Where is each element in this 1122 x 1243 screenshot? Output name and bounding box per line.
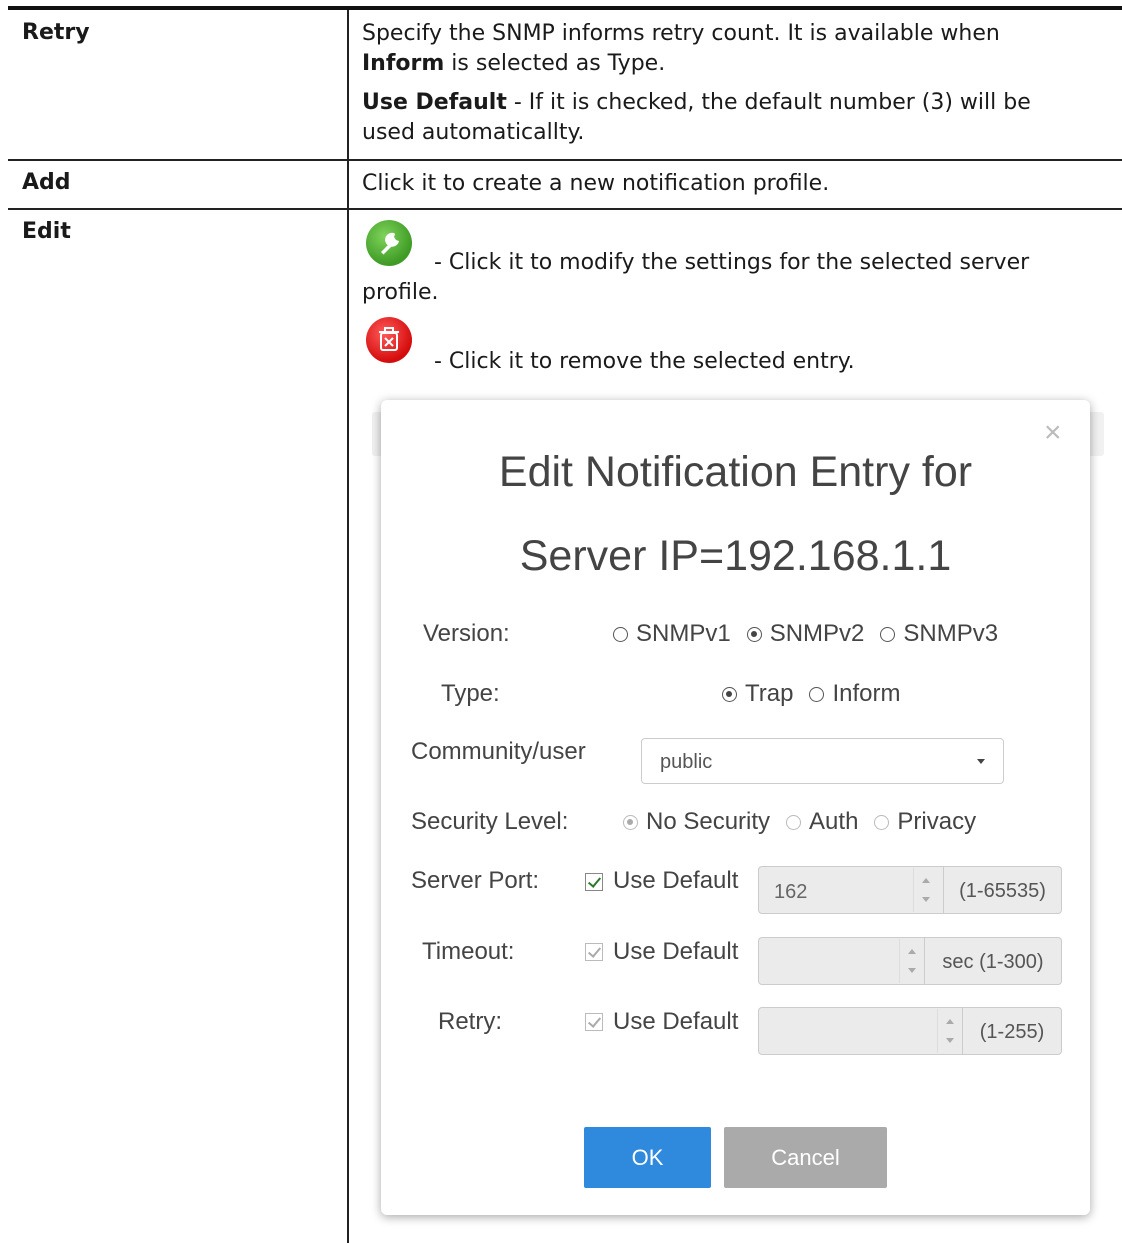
desc-add: Click it to create a new notification pr… [362, 171, 830, 196]
retry-label: Retry: [438, 1008, 503, 1035]
row-divider [8, 159, 1122, 161]
radio-snmpv3[interactable] [880, 626, 896, 642]
desc-retry-line1: Specify the SNMP informs retry count. It… [362, 21, 1000, 46]
timeout-range: sec (1-300) [925, 937, 1062, 985]
desc-retry-line2: Inform is selected as Type. [362, 49, 1102, 79]
close-icon[interactable]: × [1044, 418, 1062, 448]
desc-retry-line4: used automaticallty. [362, 120, 585, 145]
server-port-label: Server Port: [411, 867, 540, 894]
desc-retry: Specify the SNMP informs retry count. It… [362, 19, 1102, 148]
radio-inform[interactable] [809, 686, 825, 702]
chevron-down-icon [977, 759, 985, 764]
radio-no-security-label: No Security [646, 808, 771, 835]
retry-range: (1-255) [963, 1007, 1062, 1055]
dialog-title-line1: Edit Notification Entry for [498, 448, 973, 496]
radio-snmpv2-label: SNMPv2 [769, 620, 865, 647]
timeout-use-default-label: Use Default [613, 938, 739, 965]
radio-privacy-label: Privacy [897, 808, 977, 835]
radio-snmpv1[interactable] [613, 626, 628, 642]
type-radio-group: Trap Inform [722, 680, 916, 708]
security-radio-group: No Security Auth Privacy [623, 808, 992, 836]
term-retry: Retry [22, 20, 90, 45]
radio-inform-label: Inform [832, 680, 901, 707]
radio-auth-label: Auth [809, 808, 859, 835]
version-radio-group: SNMPv1 SNMPv2 SNMPv3 [613, 620, 1014, 648]
server-port-use-default-label: Use Default [613, 867, 739, 894]
timeout-spinner[interactable] [899, 939, 924, 983]
edit-notification-dialog: × Edit Notification Entry for Server IP=… [381, 400, 1090, 1215]
community-value: public [660, 751, 713, 773]
radio-trap-label: Trap [745, 680, 794, 707]
timeout-label: Timeout: [422, 938, 515, 965]
table-column-divider [347, 10, 349, 1243]
retry-spinner[interactable] [937, 1009, 962, 1053]
timeout-use-default-checkbox[interactable] [585, 943, 603, 961]
desc-edit-line2: profile. [362, 280, 439, 305]
ok-button[interactable]: OK [584, 1127, 711, 1188]
radio-auth[interactable] [786, 814, 802, 830]
retry-input[interactable] [758, 1007, 963, 1055]
desc-retry-line3: Use Default - If it is checked, the defa… [362, 88, 1102, 118]
bold-use-default: Use Default [362, 90, 507, 115]
table-top-border [8, 6, 1122, 10]
desc-edit-line1: - Click it to modify the settings for th… [434, 250, 1030, 275]
server-port-use-default-checkbox[interactable] [585, 873, 603, 891]
retry-use-default-label: Use Default [613, 1008, 739, 1035]
cancel-button[interactable]: Cancel [724, 1127, 887, 1188]
radio-no-security[interactable] [623, 814, 638, 830]
community-select[interactable]: public [641, 738, 1004, 784]
server-port-range: (1-65535) [944, 866, 1062, 914]
row-divider [8, 208, 1122, 210]
radio-snmpv1-label: SNMPv1 [636, 620, 731, 647]
desc-retry-line3-rest: - If it is checked, the default number (… [506, 90, 1031, 115]
radio-snmpv3-label: SNMPv3 [903, 620, 999, 647]
desc-delete: - Click it to remove the selected entry. [434, 349, 855, 374]
dialog-title-line2: Server IP=192.168.1.1 [519, 532, 952, 580]
bold-inform: Inform [362, 51, 445, 76]
trash-icon [366, 317, 412, 363]
desc-edit: - Click it to modify the settings for th… [362, 248, 1102, 308]
server-port-spinner[interactable] [913, 868, 938, 912]
community-label: Community/user [411, 738, 586, 765]
security-level-label: Security Level: [411, 808, 569, 835]
version-label: Version: [423, 620, 510, 647]
radio-privacy[interactable] [874, 814, 890, 830]
desc-retry-line2-rest: is selected as Type. [444, 51, 666, 76]
term-edit: Edit [22, 219, 71, 244]
term-add: Add [22, 170, 71, 195]
retry-use-default-checkbox[interactable] [585, 1013, 603, 1031]
type-label: Type: [441, 680, 500, 707]
radio-snmpv2[interactable] [746, 626, 762, 642]
radio-trap[interactable] [722, 686, 737, 702]
